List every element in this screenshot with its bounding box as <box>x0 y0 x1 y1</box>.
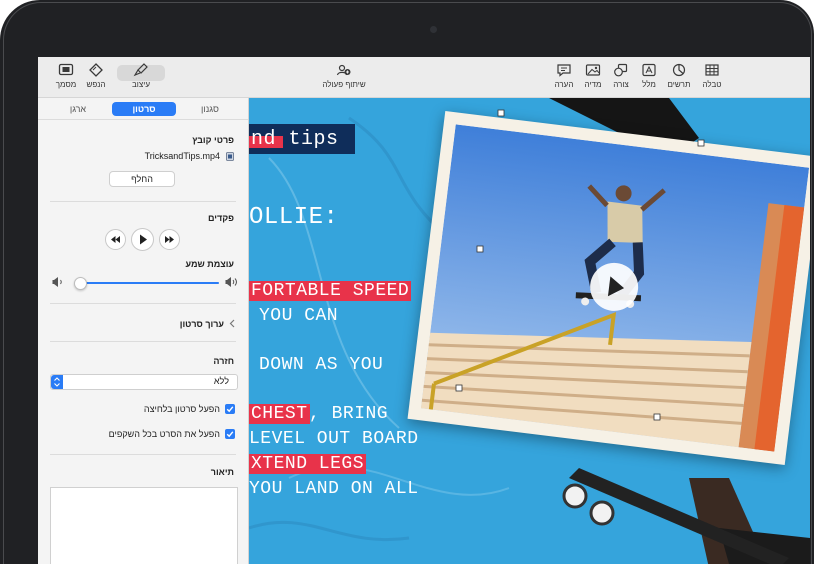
repeat-heading: חזרה <box>213 356 234 366</box>
play-icon <box>140 234 147 245</box>
ollie-heading: OLLIE: <box>249 204 339 231</box>
volume-high-icon <box>225 277 237 287</box>
play-on-click-checkbox[interactable] <box>225 404 235 414</box>
slide-line-3: DOWN AS YOU <box>259 355 384 375</box>
video-play-overlay[interactable] <box>587 260 641 314</box>
replace-button[interactable]: החלף <box>109 171 175 187</box>
play-across-slides-checkbox[interactable] <box>225 429 235 439</box>
animate-button[interactable]: הנפש <box>74 63 118 89</box>
volume-fill <box>78 282 219 284</box>
format-sidebar: ארגן סרטון סגנון פרטי קובץ TricksandTips… <box>38 98 249 564</box>
collaborate-button[interactable]: שיתוף פעולה <box>313 63 375 89</box>
rewind-icon <box>111 236 120 243</box>
slide-line-5: LEVEL OUT BOARD <box>249 429 419 449</box>
fast-forward-icon <box>165 236 174 243</box>
tab-style[interactable]: סגנון <box>178 102 242 116</box>
description-heading: תיאור <box>210 467 234 477</box>
slide-line-4b: , BRING <box>309 404 389 424</box>
chevron-left-icon <box>229 319 235 328</box>
document-icon <box>58 63 74 76</box>
tabs-divider <box>38 119 248 120</box>
volume-track[interactable] <box>76 282 219 284</box>
table-icon <box>705 64 719 76</box>
controls-heading: פקדים <box>207 213 234 223</box>
file-name: TricksandTips.mp4 <box>144 151 220 161</box>
sidebar-tabs: ארגן סרטון סגנון <box>42 100 244 116</box>
video-frame[interactable] <box>407 111 810 465</box>
table-label: טבלה <box>702 80 722 89</box>
play-on-click-label: הפעל סרטון בלחיצה <box>143 404 220 414</box>
divider-3 <box>50 341 236 342</box>
collaborate-label: שיתוף פעולה <box>322 80 366 89</box>
volume-slider-knob[interactable] <box>73 277 87 290</box>
text-icon <box>642 63 656 77</box>
play-button[interactable] <box>131 228 154 251</box>
edit-video-row[interactable]: ערוך סרטון <box>180 319 224 329</box>
slide-line-4a: CHEST <box>249 404 310 424</box>
toolbar: מסמך הנפש עיצוב שיתוף פעולה הערה מדיה צו… <box>38 57 810 98</box>
tab-movie[interactable]: סרטון <box>112 102 176 116</box>
device-bezel: מסמך הנפש עיצוב שיתוף פעולה הערה מדיה צו… <box>0 0 814 564</box>
play-across-slides-label: הפעל את הסרט בכל השקפים <box>108 429 220 439</box>
collaborate-icon <box>336 64 351 76</box>
format-brush-icon <box>133 63 148 77</box>
title-box[interactable]: nd tips <box>249 124 355 154</box>
animate-label: הנפש <box>86 80 106 89</box>
slide-line-6: XTEND LEGS <box>249 454 367 474</box>
volume-heading: עוצמת שמע <box>185 259 234 269</box>
repeat-select[interactable]: ללא <box>50 374 238 390</box>
chart-icon <box>672 63 686 77</box>
animate-icon <box>89 63 103 77</box>
slide-canvas[interactable]: nd tips OLLIE: FORTABLE SPEED YOU CAN DO… <box>249 98 810 564</box>
checkmark-icon <box>226 431 234 438</box>
comment-icon <box>557 64 571 77</box>
file-info-heading: פרטי קובץ <box>192 135 234 145</box>
movie-file-icon <box>226 152 234 161</box>
slide-line-2: YOU CAN <box>259 306 339 326</box>
checkmark-icon <box>226 406 234 413</box>
play-icon <box>607 276 625 297</box>
divider-4 <box>50 454 236 455</box>
tab-arrange[interactable]: ארגן <box>46 102 110 116</box>
slide-line-7: YOU LAND ON ALL <box>249 479 419 499</box>
slide-line-1: FORTABLE SPEED <box>249 281 412 301</box>
slide-title: nd tips <box>251 128 339 151</box>
chevron-updown-icon <box>54 377 60 387</box>
volume-low-icon <box>52 277 62 287</box>
description-textarea[interactable] <box>50 487 238 564</box>
fast-forward-button[interactable] <box>159 229 180 250</box>
format-label: עיצוב <box>132 80 150 89</box>
divider-2 <box>50 303 236 304</box>
repeat-value: ללא <box>213 376 229 386</box>
rewind-button[interactable] <box>105 229 126 250</box>
camera <box>430 26 437 33</box>
select-stepper <box>51 375 63 389</box>
divider-1 <box>50 201 236 202</box>
app-screen: מסמך הנפש עיצוב שיתוף פעולה הערה מדיה צו… <box>38 57 810 564</box>
table-button[interactable]: טבלה <box>690 63 734 89</box>
format-button[interactable]: עיצוב <box>119 63 163 89</box>
